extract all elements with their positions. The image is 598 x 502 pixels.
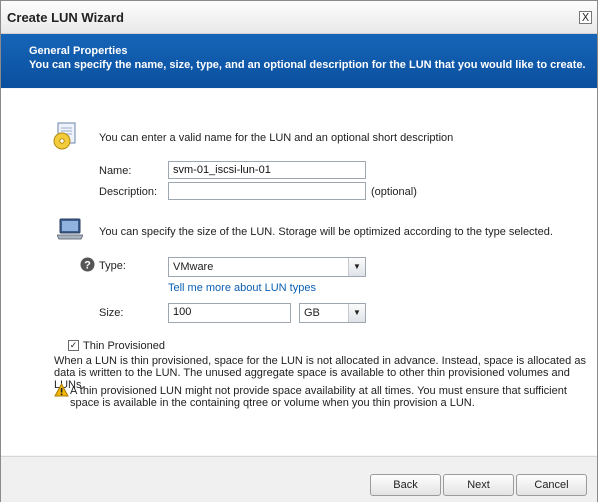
thin-info-line-1: When a LUN is thin provisioned, space fo…	[54, 355, 586, 367]
name-input[interactable]: svm-01_iscsi-lun-01	[168, 161, 366, 179]
laptop-icon	[57, 218, 83, 240]
close-icon: X	[581, 11, 590, 24]
warning-icon	[54, 383, 69, 397]
size-section-intro: You can specify the size of the LUN. Sto…	[99, 226, 553, 238]
lun-types-link[interactable]: Tell me more about LUN types	[168, 282, 316, 294]
banner-title: General Properties	[29, 45, 128, 57]
thin-provisioned-label: Thin Provisioned	[83, 340, 165, 352]
banner-subtitle: You can specify the name, size, type, an…	[29, 59, 586, 71]
unit-select[interactable]: GB ▼	[299, 303, 366, 323]
type-select-value: VMware	[173, 261, 214, 273]
back-button[interactable]: Back	[370, 474, 441, 496]
help-icon[interactable]: ?	[80, 257, 95, 272]
type-label: Type:	[99, 260, 126, 272]
create-lun-wizard-dialog: Create LUN Wizard X General Properties Y…	[0, 0, 598, 502]
name-input-value: svm-01_iscsi-lun-01	[173, 164, 271, 176]
document-disc-icon	[53, 122, 76, 150]
checkmark-icon: ✓	[69, 340, 78, 350]
header-banner: General Properties You can specify the n…	[1, 34, 597, 88]
svg-text:?: ?	[84, 260, 91, 272]
size-label: Size:	[99, 307, 124, 319]
title-bar: Create LUN Wizard X	[1, 1, 597, 34]
dialog-title: Create LUN Wizard	[7, 10, 124, 25]
description-input[interactable]	[168, 182, 366, 200]
close-button[interactable]: X	[579, 11, 592, 24]
size-input-value: 100	[173, 306, 192, 318]
type-select[interactable]: VMware ▼	[168, 257, 366, 277]
description-label: Description:	[99, 186, 158, 198]
warning-line-1: A thin provisioned LUN might not provide…	[70, 385, 567, 397]
size-input[interactable]: 100	[168, 303, 291, 323]
name-label: Name:	[99, 165, 132, 177]
unit-select-value: GB	[304, 307, 320, 319]
warning-line-2: space is available in the containing qtr…	[70, 397, 475, 409]
wizard-content: You can enter a valid name for the LUN a…	[1, 89, 597, 455]
cancel-button[interactable]: Cancel	[516, 474, 587, 496]
thin-provisioned-checkbox[interactable]: ✓	[68, 340, 79, 351]
optional-note: (optional)	[371, 186, 417, 198]
wizard-footer: Back Next Cancel	[1, 456, 597, 502]
name-section-intro: You can enter a valid name for the LUN a…	[99, 132, 454, 144]
chevron-down-icon: ▼	[348, 304, 365, 322]
next-button[interactable]: Next	[443, 474, 514, 496]
chevron-down-icon: ▼	[348, 258, 365, 276]
